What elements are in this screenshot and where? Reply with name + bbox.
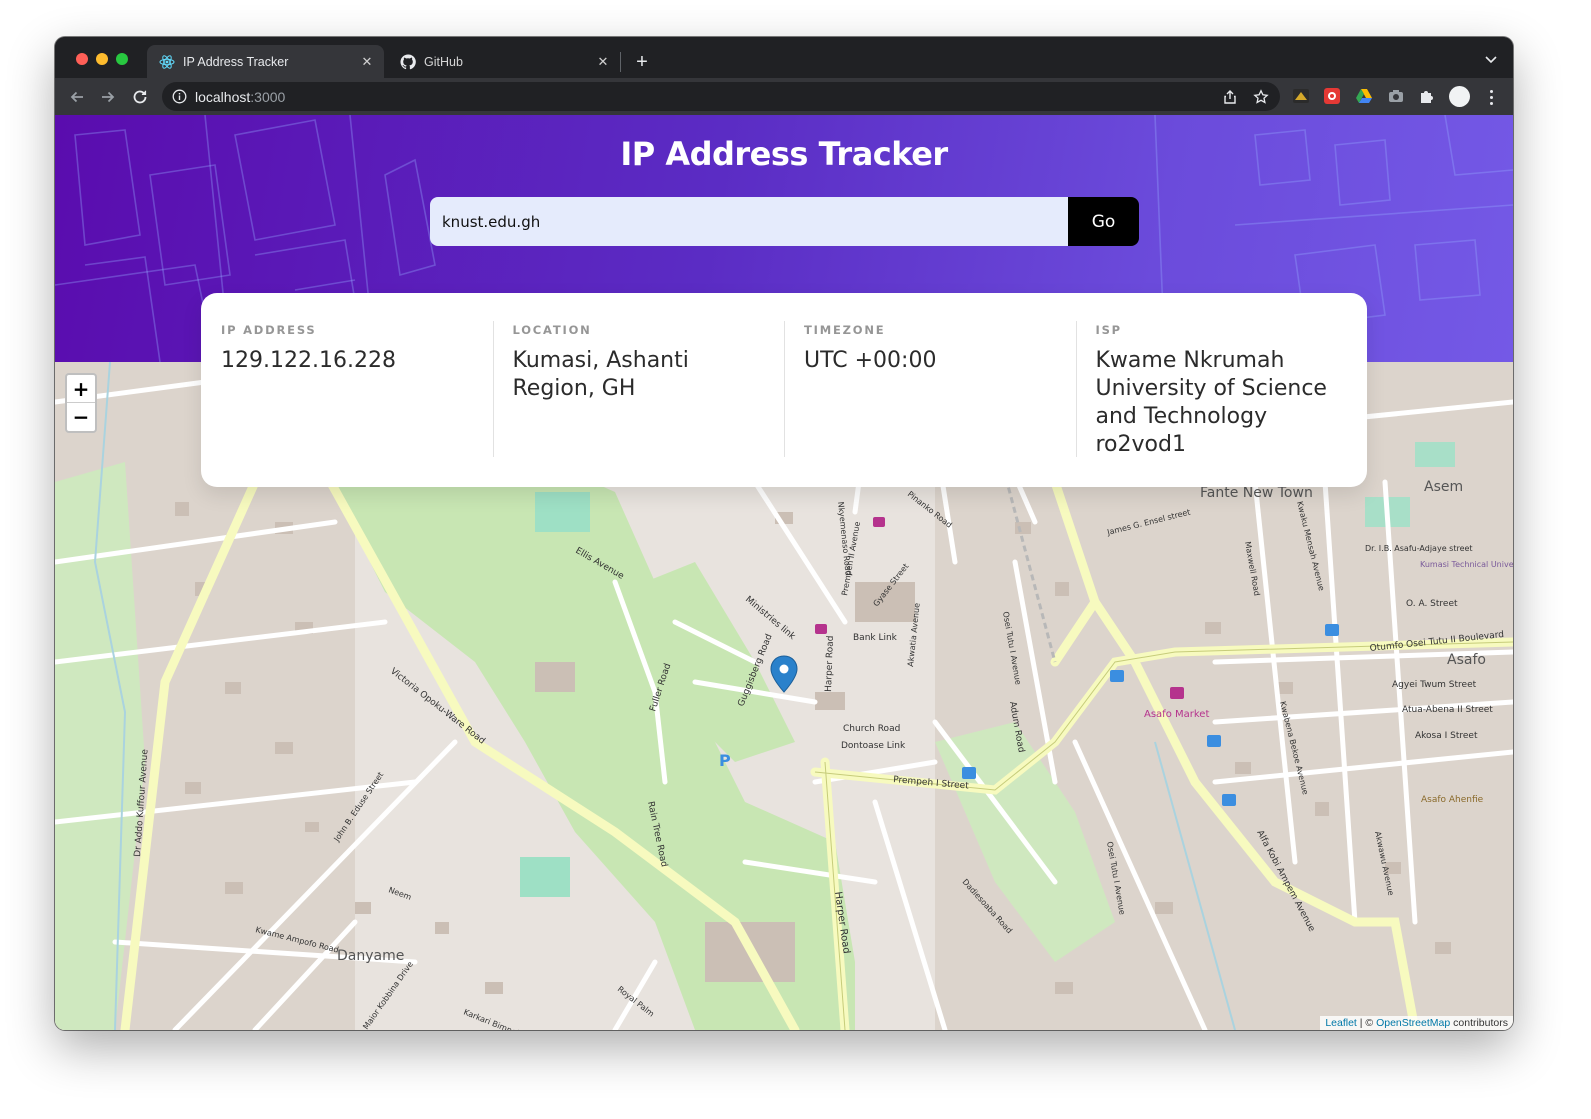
search-form: Go [430, 197, 1139, 246]
extension-red-icon[interactable] [1323, 87, 1341, 105]
browser-menu-icon[interactable] [1483, 87, 1499, 107]
share-icon[interactable] [1221, 88, 1239, 106]
close-tab-icon[interactable]: ✕ [358, 53, 376, 71]
page-viewport: IP Address Tracker Go [55, 115, 1513, 1030]
tab-ip-address-tracker[interactable]: IP Address Tracker ✕ [147, 45, 384, 78]
page-title: IP Address Tracker [620, 135, 948, 173]
map-label: Asafo Ahenfie [1421, 795, 1484, 805]
isp-section: ISP Kwame Nkrumah University of Science … [1075, 321, 1368, 459]
minimize-window-button[interactable] [96, 53, 108, 65]
new-tab-button[interactable]: + [630, 50, 654, 74]
react-icon [159, 54, 175, 70]
map-label: Asafo Market [1144, 709, 1209, 720]
search-input[interactable] [430, 197, 1068, 246]
browser-toolbar: localhost:3000 [55, 78, 1513, 115]
location-section: LOCATION Kumasi, Ashanti Region, GH [492, 321, 785, 459]
location-label: LOCATION [512, 323, 592, 337]
timezone-label: TIMEZONE [804, 323, 886, 337]
github-icon [400, 53, 416, 70]
timezone-value: UTC +00:00 [804, 348, 937, 373]
map-label: O. A. Street [1406, 599, 1458, 609]
forward-icon[interactable] [97, 86, 119, 108]
map-label: Dontoase Link [841, 741, 906, 751]
timezone-section: TIMEZONE UTC +00:00 [784, 321, 1076, 459]
ip-address-value: 129.122.16.228 [221, 348, 396, 373]
osm-link[interactable]: OpenStreetMap [1376, 1017, 1450, 1029]
tab-github[interactable]: GitHub ✕ [388, 45, 620, 78]
extensions-puzzle-icon[interactable] [1418, 87, 1436, 105]
ip-info-card: IP ADDRESS 129.122.16.228 LOCATION Kumas… [201, 293, 1367, 487]
google-drive-icon[interactable] [1355, 87, 1373, 105]
back-icon[interactable] [66, 86, 88, 108]
zoom-out-button[interactable]: − [67, 403, 95, 431]
map-label: Asem [1424, 479, 1463, 495]
isp-value: Kwame Nkrumah University of Science and … [1095, 348, 1327, 457]
extension-gold-icon[interactable] [1292, 87, 1310, 105]
map-label: Bank Link [853, 633, 898, 643]
go-button[interactable]: Go [1068, 197, 1139, 246]
url-host: localhost [195, 89, 251, 105]
zoom-in-button[interactable]: + [67, 375, 95, 403]
map-label: Asafo [1447, 652, 1486, 668]
location-value: Kumasi, Ashanti Region, GH [512, 348, 689, 401]
bookmark-star-icon[interactable] [1252, 88, 1270, 106]
map-label: Akosa I Street [1415, 731, 1478, 741]
browser-window: IP Address Tracker ✕ GitHub ✕ + localhos… [55, 37, 1513, 1030]
attribution-separator: | © [1356, 1017, 1377, 1029]
map-attribution: Leaflet | © OpenStreetMap contributors [1320, 1016, 1513, 1030]
url-port: :3000 [250, 89, 286, 105]
url-text: localhost:3000 [195, 89, 285, 105]
maximize-window-button[interactable] [116, 53, 128, 65]
attribution-suffix: contributors [1450, 1017, 1508, 1029]
map-label: Fante New Town [1200, 485, 1313, 501]
tab-title: IP Address Tracker [183, 54, 289, 69]
map-label: Atua-Abena II Street [1402, 705, 1493, 715]
leaflet-link[interactable]: Leaflet [1325, 1017, 1357, 1029]
camera-icon[interactable] [1387, 87, 1405, 105]
map-label: Dr. I.B. Asafu-Adjaye street [1365, 544, 1473, 553]
ip-address-label: IP ADDRESS [221, 323, 317, 337]
map-label: Church Road [843, 724, 900, 734]
svg-text:P: P [719, 751, 731, 770]
isp-label: ISP [1095, 323, 1122, 337]
close-tab-icon[interactable]: ✕ [594, 53, 612, 71]
tab-separator [620, 52, 621, 72]
map-label: Agyei Twum Street [1392, 680, 1477, 690]
profile-avatar[interactable] [1449, 86, 1470, 107]
tab-search-chevron-icon[interactable] [1483, 51, 1499, 67]
zoom-control: + − [65, 373, 97, 433]
tab-title: GitHub [424, 54, 463, 69]
map-label: Harper Road [824, 635, 836, 692]
tab-strip: IP Address Tracker ✕ GitHub ✕ + [55, 37, 1513, 78]
map-label: Kumasi Technical University [1420, 560, 1513, 569]
close-window-button[interactable] [76, 53, 88, 65]
map-label: Danyame [337, 948, 404, 964]
site-info-icon[interactable] [172, 89, 187, 104]
address-bar[interactable]: localhost:3000 [162, 82, 1280, 111]
reload-icon[interactable] [129, 86, 151, 108]
ip-address-section: IP ADDRESS 129.122.16.228 [201, 321, 493, 459]
